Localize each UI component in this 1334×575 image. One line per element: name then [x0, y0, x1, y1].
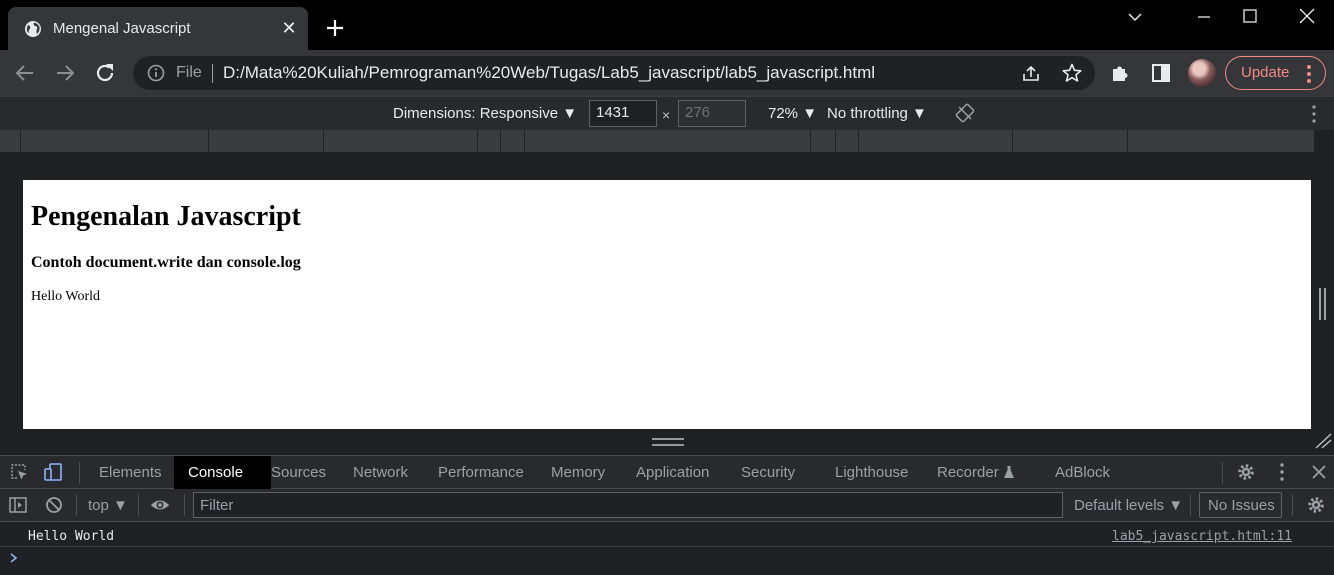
- settings-gear-icon[interactable]: [1236, 462, 1256, 482]
- back-arrow-icon[interactable]: [13, 61, 37, 85]
- reload-icon[interactable]: [93, 61, 117, 85]
- times-symbol: ×: [662, 107, 671, 123]
- tab-memory[interactable]: Memory: [551, 456, 605, 489]
- minimize-button[interactable]: [1193, 6, 1215, 28]
- maximize-button[interactable]: [1239, 6, 1261, 28]
- ruler-tick: [1012, 130, 1013, 152]
- bookmark-star-icon[interactable]: [1061, 62, 1083, 84]
- context-selector[interactable]: top ▼: [88, 497, 128, 514]
- ruler-tick: [1127, 130, 1128, 152]
- resize-handle-corner[interactable]: [1314, 433, 1332, 449]
- page-body-text: Hello World: [31, 289, 100, 304]
- close-devtools-icon[interactable]: [1309, 462, 1329, 482]
- omnibox-divider: [212, 64, 213, 83]
- toolbar-divider: [1292, 494, 1293, 516]
- height-input[interactable]: 276: [678, 100, 746, 127]
- page-heading: Pengenalan Javascript: [31, 201, 301, 232]
- show-sidebar-icon[interactable]: [8, 495, 28, 515]
- resize-handle-bottom[interactable]: [651, 437, 685, 447]
- globe-icon: [25, 21, 41, 37]
- chrome-menu-icon[interactable]: [1306, 64, 1312, 84]
- rotate-icon[interactable]: [955, 103, 975, 123]
- forward-arrow-icon[interactable]: [53, 61, 77, 85]
- inspect-element-icon[interactable]: [9, 462, 29, 482]
- media-query-ruler: [0, 130, 1334, 152]
- ruler-tick: [858, 130, 859, 152]
- browser-toolbar: File D:/Mata%20Kuliah/Pemrograman%20Web/…: [0, 50, 1334, 96]
- zoom-dropdown[interactable]: 72% ▼: [768, 105, 817, 122]
- extensions-puzzle-icon[interactable]: [1110, 62, 1132, 84]
- dimensions-dropdown[interactable]: Dimensions: Responsive ▼: [393, 105, 577, 122]
- throttling-dropdown[interactable]: No throttling ▼: [827, 105, 927, 122]
- ruler-track[interactable]: [0, 130, 1314, 152]
- issues-label: No Issues: [1208, 497, 1275, 514]
- console-settings-gear-icon[interactable]: [1306, 495, 1326, 515]
- ruler-tick: [524, 130, 525, 152]
- tab-close-button[interactable]: ✕: [279, 18, 299, 38]
- close-window-button[interactable]: [1296, 6, 1318, 28]
- experiment-flask-icon: [1003, 466, 1014, 478]
- width-input[interactable]: 1431: [589, 100, 657, 127]
- browser-tab[interactable]: Mengenal Javascript ✕: [8, 7, 308, 50]
- url-text[interactable]: D:/Mata%20Kuliah/Pemrograman%20Web/Tugas…: [223, 63, 875, 83]
- toolbar-divider: [138, 494, 139, 516]
- console-toolbar: top ▼ Filter Default levels ▼ No Issues: [0, 489, 1334, 522]
- devtools-more-icon[interactable]: [1272, 462, 1292, 482]
- info-icon[interactable]: [147, 64, 165, 82]
- tab-security[interactable]: Security: [741, 456, 795, 489]
- ruler-tick: [477, 130, 478, 152]
- tab-recorder[interactable]: Recorder: [937, 456, 1014, 489]
- address-bar[interactable]: File D:/Mata%20Kuliah/Pemrograman%20Web/…: [133, 56, 1095, 90]
- log-levels-dropdown[interactable]: Default levels ▼: [1074, 497, 1183, 514]
- toolbar-divider: [76, 494, 77, 516]
- tab-performance[interactable]: Performance: [438, 456, 524, 489]
- device-more-icon[interactable]: [1312, 105, 1316, 123]
- update-label: Update: [1241, 64, 1290, 81]
- console-message-text: Hello World: [28, 529, 115, 544]
- ruler-tick: [810, 130, 811, 152]
- tab-sources[interactable]: Sources: [271, 456, 326, 489]
- toolbar-divider: [79, 462, 80, 484]
- new-tab-button[interactable]: [324, 17, 346, 39]
- clear-console-icon[interactable]: [44, 495, 64, 515]
- filter-input[interactable]: Filter: [193, 492, 1063, 518]
- tab-adblock[interactable]: AdBlock: [1055, 456, 1110, 489]
- console-prompt-chevron-icon[interactable]: [8, 552, 20, 564]
- console-message-row: Hello World lab5_javascript.html:11: [0, 524, 1334, 547]
- rendered-page: Pengenalan Javascript Contoh document.wr…: [23, 180, 1311, 429]
- tab-console[interactable]: Console: [174, 456, 271, 489]
- ruler-tick: [500, 130, 501, 152]
- console-source-link[interactable]: lab5_javascript.html:11: [1112, 529, 1292, 544]
- ruler-tick: [323, 130, 324, 152]
- devtools-tab-bar: Elements Console Sources Network Perform…: [0, 455, 1334, 489]
- toolbar-divider: [184, 494, 185, 516]
- tab-strip: Mengenal Javascript ✕: [0, 0, 1334, 50]
- tab-title: Mengenal Javascript: [53, 20, 191, 37]
- ruler-tick: [208, 130, 209, 152]
- device-toolbar-icon[interactable]: [43, 462, 63, 482]
- console-output: Hello World lab5_javascript.html:11: [0, 522, 1334, 575]
- update-button[interactable]: Update: [1225, 56, 1326, 90]
- tab-application[interactable]: Application: [636, 456, 709, 489]
- device-toolbar: Dimensions: Responsive ▼ 1431 × 276 72% …: [0, 96, 1334, 130]
- ruler-tick: [20, 130, 21, 152]
- tab-network[interactable]: Network: [353, 456, 408, 489]
- side-panel-icon[interactable]: [1150, 62, 1172, 84]
- profile-avatar[interactable]: [1188, 59, 1216, 87]
- page-subheading: Contoh document.write dan console.log: [31, 254, 301, 271]
- ruler-tick: [835, 130, 836, 152]
- share-icon[interactable]: [1021, 63, 1041, 83]
- toolbar-divider: [1190, 494, 1191, 516]
- tab-search-icon[interactable]: [1124, 6, 1146, 28]
- toolbar-divider: [1222, 462, 1223, 484]
- tab-lighthouse[interactable]: Lighthouse: [835, 456, 908, 489]
- scheme-label: File: [176, 64, 202, 81]
- resize-handle-right[interactable]: [1318, 287, 1327, 321]
- live-expression-eye-icon[interactable]: [150, 495, 170, 515]
- tab-elements[interactable]: Elements: [99, 456, 162, 489]
- tab-recorder-label: Recorder: [937, 464, 999, 481]
- issues-button[interactable]: No Issues: [1199, 492, 1282, 518]
- filter-placeholder: Filter: [200, 497, 234, 514]
